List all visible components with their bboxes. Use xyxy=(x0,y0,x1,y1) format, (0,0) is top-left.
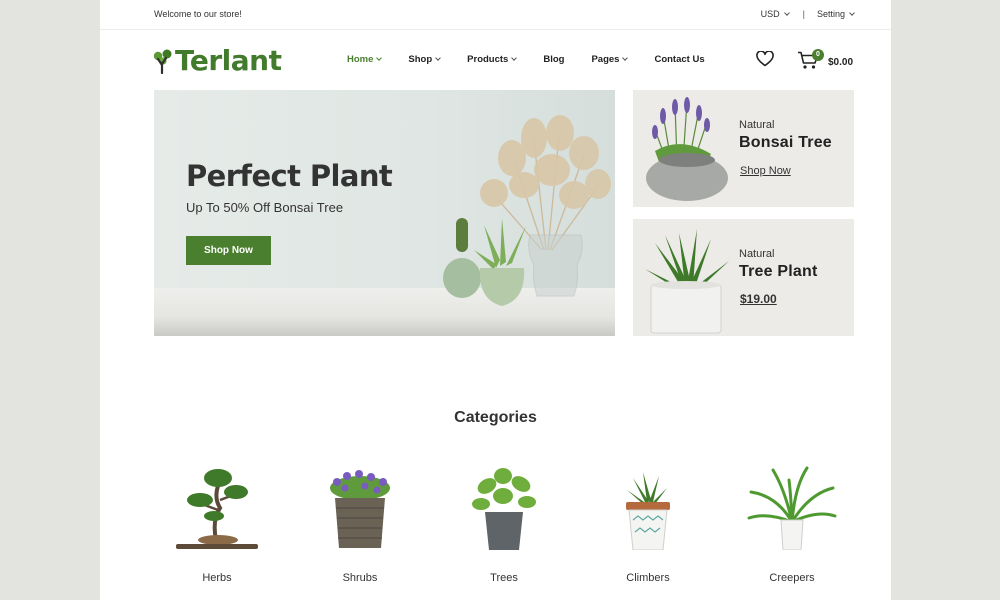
banner-kicker: Natural xyxy=(739,119,775,131)
nav-shop-label: Shop xyxy=(408,54,433,65)
aloe-white-pot-image xyxy=(645,229,729,334)
hero-shop-now-button[interactable]: Shop Now xyxy=(186,236,271,265)
chevron-down-icon xyxy=(376,54,383,61)
hero-subtitle: Up To 50% Off Bonsai Tree xyxy=(186,200,344,215)
category-trees[interactable]: Trees xyxy=(444,455,564,584)
topbar-controls: USD | Setting xyxy=(760,9,855,19)
heart-icon[interactable] xyxy=(756,51,774,67)
nav-contact[interactable]: Contact Us xyxy=(654,54,704,65)
plant-vases-image xyxy=(443,115,611,306)
banner-title: Bonsai Tree xyxy=(739,134,832,151)
topbar-separator: | xyxy=(802,9,805,19)
nav-home[interactable]: Home xyxy=(347,54,383,65)
nav-products[interactable]: Products xyxy=(467,54,518,65)
nav-products-label: Products xyxy=(467,54,509,65)
category-creepers[interactable]: Creepers xyxy=(732,455,852,584)
nav-shop[interactable]: Shop xyxy=(408,54,441,65)
category-label: Shrubs xyxy=(342,572,378,584)
nav-home-label: Home xyxy=(347,54,374,65)
nav-pages[interactable]: Pages xyxy=(591,54,629,65)
category-climbers[interactable]: Climbers xyxy=(588,455,708,584)
tree-logo-icon xyxy=(153,49,172,74)
category-shrubs[interactable]: Shrubs xyxy=(300,455,420,584)
setting-label: Setting xyxy=(816,9,845,19)
chevron-down-icon xyxy=(511,54,518,61)
cart-count-badge: 0 xyxy=(812,49,824,61)
category-herbs[interactable]: Herbs xyxy=(157,455,277,584)
nav-blog-label: Blog xyxy=(543,54,565,65)
category-label: Trees xyxy=(490,572,518,584)
top-bar: Welcome to our store! USD | Setting xyxy=(100,0,891,30)
hero-banner: Perfect Plant Up To 50% Off Bonsai Tree … xyxy=(154,90,615,336)
banner-title: Tree Plant xyxy=(739,263,818,280)
banner-kicker: Natural xyxy=(739,248,775,260)
chevron-down-icon xyxy=(783,10,790,16)
lavender-stone-pot-image xyxy=(646,97,728,201)
fern-white-pot-image xyxy=(747,466,837,550)
categories-heading: Categories xyxy=(454,409,537,426)
category-label: Climbers xyxy=(626,572,670,584)
site-logo[interactable]: Terlant xyxy=(153,44,282,77)
currency-selector[interactable]: USD xyxy=(760,9,790,19)
currency-label: USD xyxy=(760,9,780,19)
chevron-down-icon xyxy=(849,10,855,16)
logo-text: Terlant xyxy=(175,44,282,77)
main-nav: Home Shop Products Blog Pages Contact Us xyxy=(347,54,705,65)
succulent-terracotta-pot-image xyxy=(626,472,670,550)
store-page: Welcome to our store! USD | Setting Terl… xyxy=(100,0,891,600)
nav-blog[interactable]: Blog xyxy=(543,54,564,65)
category-label: Creepers xyxy=(769,572,815,584)
banner-shop-now-link[interactable]: Shop Now xyxy=(740,165,791,177)
chevron-down-icon xyxy=(622,54,629,61)
cart-total[interactable]: $0.00 xyxy=(828,57,853,68)
flower-basket-image xyxy=(330,470,390,548)
chevron-down-icon xyxy=(435,54,441,61)
pothos-grey-pot-image xyxy=(472,468,536,550)
welcome-message: Welcome to our store! xyxy=(154,9,242,19)
hero-title: Perfect Plant xyxy=(186,159,393,193)
nav-contact-label: Contact Us xyxy=(654,54,705,65)
setting-dropdown[interactable]: Setting xyxy=(816,9,855,19)
nav-pages-label: Pages xyxy=(591,54,620,65)
bonsai-image xyxy=(176,469,258,549)
category-label: Herbs xyxy=(202,572,232,584)
banner-bonsai-tree[interactable]: Natural Bonsai Tree Shop Now xyxy=(633,90,854,207)
banner-tree-plant[interactable]: Natural Tree Plant $19.00 xyxy=(633,219,854,336)
banner-price[interactable]: $19.00 xyxy=(740,292,777,306)
